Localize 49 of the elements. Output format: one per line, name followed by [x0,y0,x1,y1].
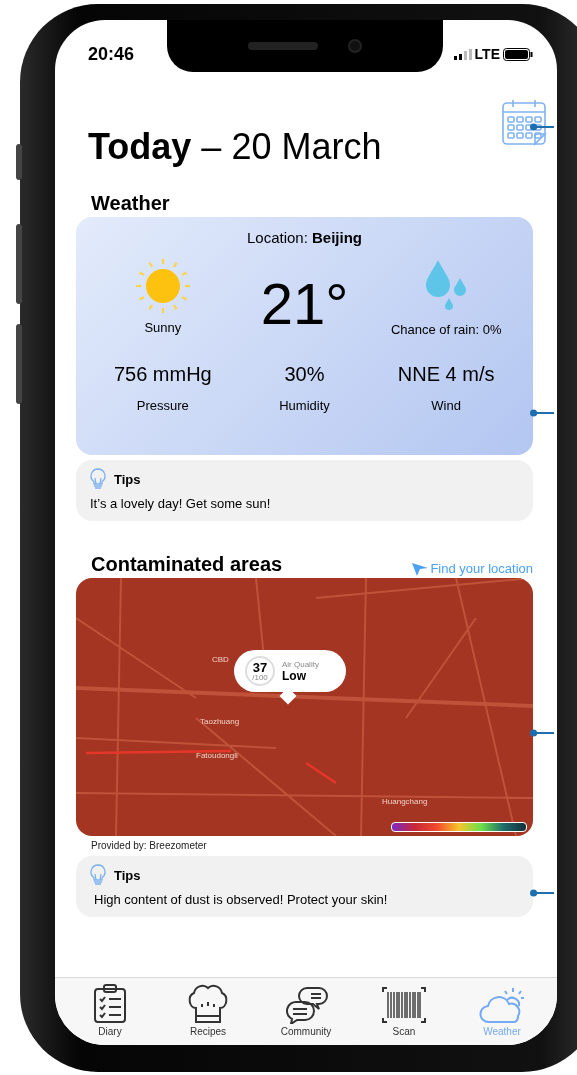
nav-tab[interactable]: Scan [355,978,453,1045]
annotation-marker [530,727,554,739]
signal-icon [453,48,472,60]
nav-tab[interactable]: Recipes [159,978,257,1045]
chat-bubbles-icon [283,984,329,1024]
light-bulb-icon [90,864,106,886]
section-heading: Weather [91,192,170,214]
status-time: 20:46 [88,43,135,65]
tips-title: Tips [114,471,141,487]
map-place-label: CBD [212,655,229,664]
section-heading: Contaminated areas [91,553,283,576]
battery-icon [503,47,533,61]
stat-value: NNE 4 m/s [397,363,495,386]
nav-tab[interactable]: Community [257,978,355,1045]
air-quality-rating: Low [282,668,306,683]
stat-label: Humidity [279,398,330,413]
tip-text: It’s a lovely day! Get some sun! [90,496,272,511]
stat-value: 756 mmHg [113,363,212,386]
stat-value: 30% [284,363,325,386]
location-text: Location: Beijing [245,229,364,246]
gauge-ring-icon [244,655,276,687]
chef-hat-icon [186,982,230,1024]
tips-title: Tips [114,867,141,883]
location-arrow-icon [412,561,429,576]
cloud-sun-icon [479,986,525,1024]
air-quality-label: Air Quality [282,659,319,669]
map-place-label: Taozhuang [200,717,240,726]
air-quality-score: 37 [252,660,268,674]
condition-label: Sunny [144,320,182,335]
score-max: /100 [252,673,268,682]
stat-label: Pressure [136,398,189,413]
nav-tab[interactable]: Diary [61,978,159,1045]
temperature: 21° [260,270,349,337]
map-place-label: Huangchang [382,797,428,806]
barcode-icon [382,986,426,1024]
light-bulb-icon [90,468,106,490]
map-credit: Provided by: Breezometer [90,839,208,851]
map-place-label: Fatoudongli [196,751,238,760]
annotation-marker [530,887,554,899]
sun-icon [134,258,191,314]
stat-label: Wind [431,398,461,413]
rain-chance: Chance of rain: 0% [390,322,502,337]
page-title: Today – 20 March [88,126,382,168]
network-type: LTE [474,46,500,62]
tip-text: High content of dust is observed! Protect your skin! [93,892,389,907]
annotation-marker [530,121,554,133]
annotation-marker [530,407,554,419]
clipboard-icon [93,984,127,1024]
calendar-icon[interactable] [501,98,547,146]
